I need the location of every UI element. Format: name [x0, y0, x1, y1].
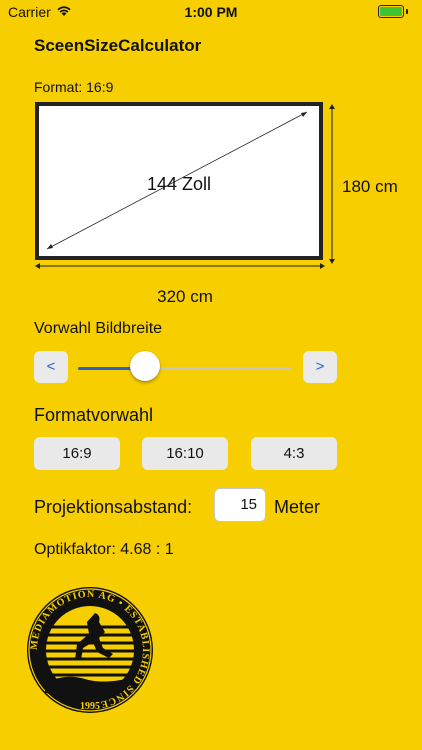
format-16-10-button[interactable]: 16:10	[142, 437, 228, 470]
format-preset-label: Formatvorwahl	[34, 405, 154, 425]
company-seal-logo: MEDIAMOTION AG • ESTABLISHED SINCE 1995	[27, 587, 153, 713]
optics-factor: Optikfaktor: 4.68 : 1	[34, 541, 174, 558]
diagonal-label: 144 Zoll	[146, 174, 212, 194]
height-label: 180 cm	[342, 177, 398, 196]
width-preset-label: Vorwahl Bildbreite	[34, 320, 163, 337]
logo-year: 1995	[80, 701, 100, 712]
decrement-button[interactable]: <	[34, 351, 68, 383]
distance-label: Projektionsabstand:	[34, 497, 193, 517]
distance-unit: Meter	[274, 497, 321, 517]
slider-track[interactable]	[146, 367, 292, 370]
distance-input[interactable]: 15	[214, 488, 266, 522]
width-slider-thumb[interactable]	[130, 351, 160, 381]
format-16-9-button[interactable]: 16:9	[34, 437, 120, 470]
height-dimension-line	[329, 104, 335, 264]
width-dimension-line	[35, 263, 325, 269]
battery-icon	[378, 5, 408, 18]
format-4-3-button[interactable]: 4:3	[251, 437, 337, 470]
clock: 1:00 PM	[184, 4, 238, 20]
width-label: 320 cm	[157, 287, 213, 306]
status-bar: Carrier 1:00 PM	[0, 0, 422, 24]
increment-button[interactable]: >	[303, 351, 337, 383]
format-label: Format: 16:9	[34, 79, 114, 95]
app-title: SceenSizeCalculator	[34, 36, 202, 55]
